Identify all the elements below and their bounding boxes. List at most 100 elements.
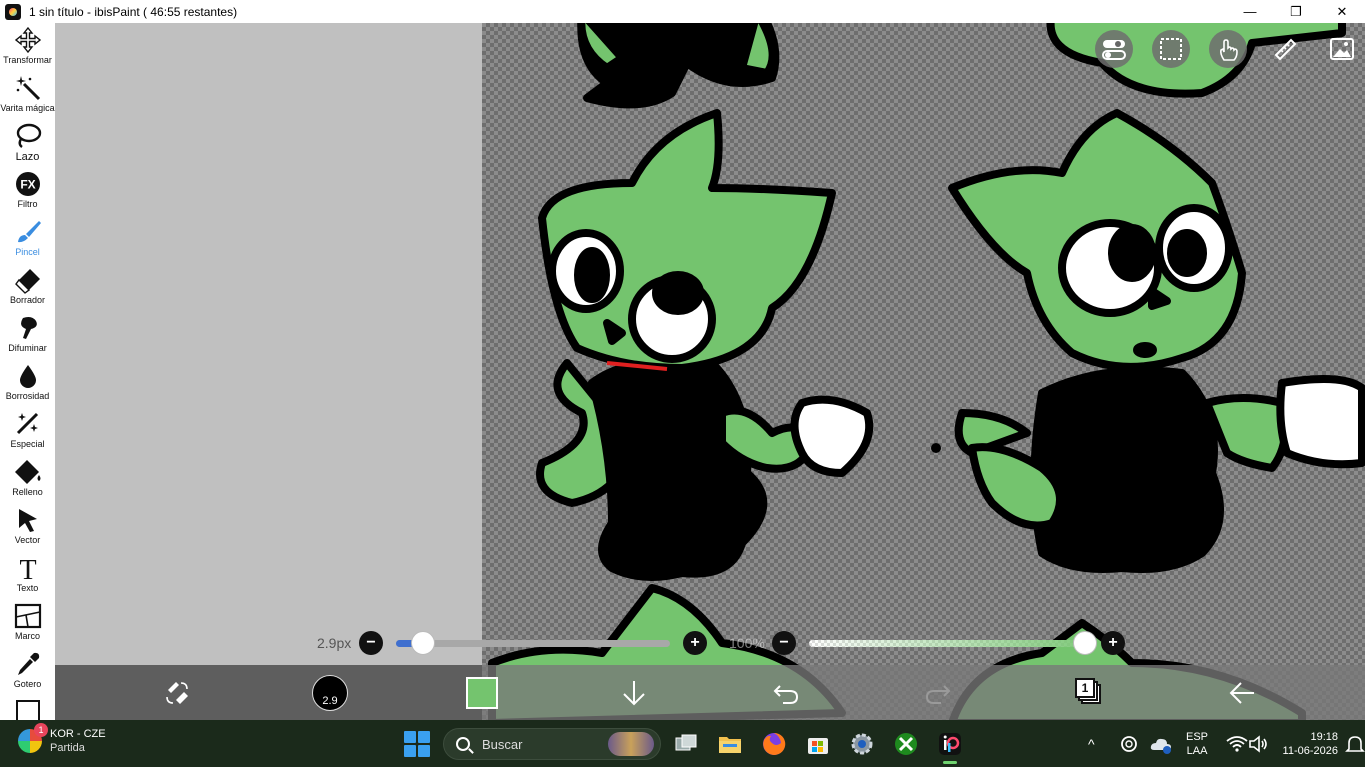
tool-label: Especial (10, 439, 45, 449)
dashed-selection-icon (1160, 38, 1182, 60)
image-icon (1330, 38, 1354, 60)
lasso-icon (16, 123, 41, 148)
opacity-increase-button[interactable]: + (1101, 631, 1125, 655)
tool-smudge[interactable]: Difuminar (0, 311, 55, 359)
volume-button[interactable] (1244, 729, 1274, 759)
tool-lasso[interactable]: Lazo (0, 119, 55, 167)
minimize-button[interactable]: — (1227, 0, 1273, 23)
back-button[interactable] (1223, 674, 1261, 712)
toggle-switch-icon (1102, 40, 1126, 60)
xbox-button[interactable] (891, 729, 921, 759)
ruler-button[interactable] (1266, 30, 1304, 68)
brush-size-preview-button[interactable]: 2.9 (312, 675, 348, 711)
brush-opacity-slider[interactable] (809, 640, 1085, 647)
firefox-button[interactable] (759, 729, 789, 759)
tool-text[interactable]: T Texto (0, 551, 55, 599)
tool-label: Relleno (12, 487, 43, 497)
tool-label: Varita mágica (0, 103, 55, 113)
canvas-artwork (488, 23, 1365, 720)
tool-label: Borrosidad (5, 391, 50, 401)
selection-button[interactable] (1152, 30, 1190, 68)
brush-size-knob[interactable] (411, 631, 436, 655)
tool-vector[interactable]: Vector (0, 503, 55, 551)
arrow-down-icon (623, 681, 645, 706)
tool-blur[interactable]: Borrosidad (0, 359, 55, 407)
tool-label: Texto (16, 583, 39, 593)
close-button[interactable]: ✕ (1319, 0, 1365, 23)
settings-button[interactable] (847, 729, 877, 759)
onedrive-tray-button[interactable] (1146, 729, 1176, 759)
tool-magic-wand[interactable]: Varita mágica (0, 71, 55, 119)
hand-touch-icon (1220, 39, 1238, 61)
openai-icon (1121, 736, 1137, 752)
brush-size-preview-label: 2.9 (322, 695, 338, 707)
start-button[interactable] (404, 731, 430, 757)
notifications-button[interactable] (1340, 729, 1365, 759)
toggle-panel-button[interactable] (1095, 30, 1133, 68)
task-view-button[interactable] (671, 729, 701, 759)
search-icon (456, 737, 470, 751)
opacity-decrease-button[interactable]: − (772, 631, 796, 655)
undo-button[interactable] (767, 674, 805, 712)
clock-time: 19:18 (1310, 731, 1338, 743)
windows-taskbar: 1 KOR - CZE Partida Buscar ^ ESP LAA 19:… (0, 720, 1365, 767)
workspace-background (55, 23, 482, 665)
text-icon: T (19, 555, 36, 582)
size-increase-button[interactable]: + (683, 631, 707, 655)
size-decrease-button[interactable]: − (359, 631, 383, 655)
tool-label: Difuminar (8, 343, 47, 353)
show-hidden-icons-button[interactable]: ^ (1088, 720, 1095, 767)
download-button[interactable] (615, 674, 653, 712)
brush-size-label: 2.9px (317, 635, 352, 651)
magic-wand-icon (15, 76, 40, 101)
touch-gesture-button[interactable] (1209, 30, 1247, 68)
canvas-top-tools (1095, 30, 1361, 68)
tool-label: Marco (14, 631, 40, 641)
firefox-icon (763, 732, 786, 755)
search-highlight-image (608, 732, 654, 756)
speaker-icon (1249, 735, 1267, 753)
windows-logo-pane (418, 745, 430, 757)
tool-fill[interactable]: Relleno (0, 455, 55, 503)
tool-brush[interactable]: Pincel (0, 215, 55, 263)
tool-label: Transformar (3, 55, 52, 65)
microsoft-store-button[interactable] (803, 729, 833, 759)
tool-label: Vector (14, 535, 41, 545)
language-indicator[interactable]: ESP LAA (1186, 730, 1208, 758)
tool-filter[interactable]: FX Filtro (0, 167, 55, 215)
tool-eraser[interactable]: Borrador (0, 263, 55, 311)
current-color-swatch[interactable] (466, 677, 498, 709)
tool-special[interactable]: Especial (0, 407, 55, 455)
drawing-canvas[interactable] (482, 23, 1365, 720)
layers-button[interactable]: 1 (1075, 678, 1101, 704)
brush-opacity-knob[interactable] (1073, 631, 1097, 655)
weather-widget[interactable]: 1 KOR - CZE Partida (18, 723, 106, 754)
ruler-icon (1274, 38, 1297, 61)
xbox-icon (895, 733, 917, 755)
brush-eraser-swap-button[interactable] (158, 674, 196, 712)
brush-sliders: 2.9px − + 100% − + (300, 630, 1140, 658)
layer-count: 1 (1081, 681, 1089, 695)
tool-eyedropper[interactable]: Gotero (0, 647, 55, 695)
ibispaint-taskbar-button[interactable] (935, 729, 965, 764)
brush-size-slider[interactable] (396, 640, 670, 647)
redo-button[interactable] (919, 674, 957, 712)
bell-icon (1345, 736, 1365, 752)
arrow-left-icon (1229, 682, 1254, 704)
tool-label: Lazo (15, 151, 40, 163)
taskbar-search-box[interactable]: Buscar (443, 728, 661, 760)
fx-glyph: FX (20, 178, 35, 192)
system-clock[interactable]: 19:18 11-06-2026 (1282, 730, 1338, 758)
reference-image-button[interactable] (1323, 30, 1361, 68)
copilot-tray-button[interactable] (1114, 729, 1144, 759)
bottom-toolbar: 2.9 1 (55, 665, 1365, 720)
eraser-icon (14, 269, 40, 294)
windows-logo-pane (404, 745, 416, 757)
blur-drop-icon (19, 365, 36, 388)
tool-more[interactable] (0, 695, 55, 720)
tool-transform[interactable]: Transformar (0, 23, 55, 71)
ibispaint-icon (939, 733, 961, 755)
tool-frame[interactable]: Marco (0, 599, 55, 647)
restore-button[interactable]: ❐ (1273, 0, 1319, 23)
file-explorer-button[interactable] (715, 729, 745, 759)
